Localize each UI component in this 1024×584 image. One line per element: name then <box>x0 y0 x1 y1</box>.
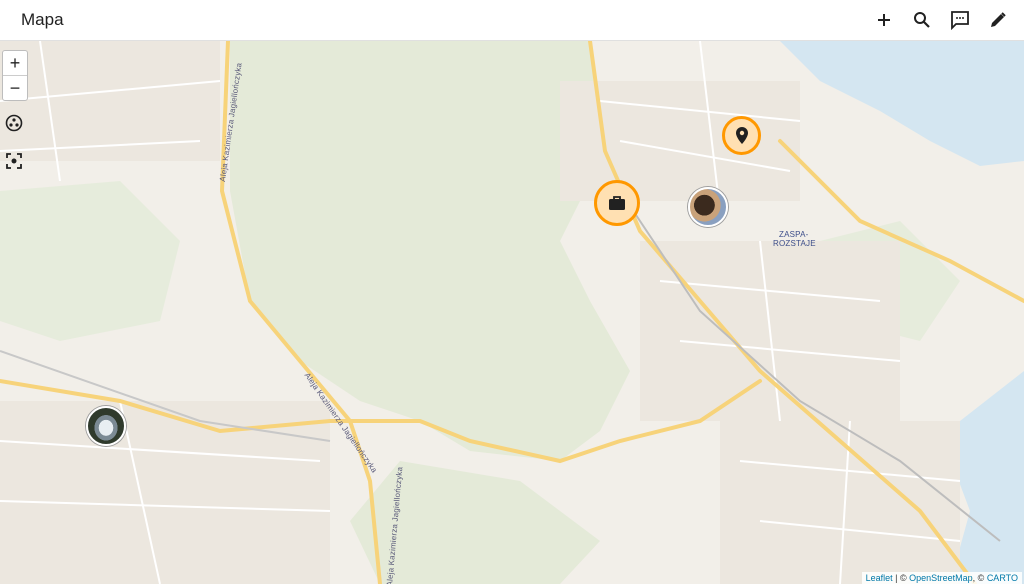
osm-link[interactable]: OpenStreetMap <box>909 573 973 583</box>
map-attribution: Leaflet | © OpenStreetMap, © CARTO <box>861 572 1022 584</box>
car-avatar-marker[interactable] <box>86 406 126 446</box>
leaflet-link[interactable]: Leaflet <box>866 573 893 583</box>
briefcase-icon <box>609 196 625 210</box>
comment-icon <box>951 11 969 30</box>
layers-icon <box>5 114 23 132</box>
add-button[interactable] <box>872 8 896 32</box>
district-label: ZASPA- <box>779 230 809 239</box>
briefcase-marker[interactable] <box>594 180 640 226</box>
focus-icon <box>6 153 22 169</box>
app-bar: Mapa <box>0 0 1024 41</box>
locate-button[interactable] <box>4 151 24 171</box>
pencil-icon <box>991 12 1006 27</box>
map-tiles <box>0 41 1024 584</box>
search-icon <box>914 12 930 28</box>
zoom-in-button[interactable]: + <box>3 51 27 75</box>
page-title: Mapa <box>21 10 64 29</box>
map-canvas[interactable]: Aleja Kazimierza Jagiellończyka Aleja Ka… <box>0 41 1024 584</box>
layers-button[interactable] <box>4 113 24 133</box>
plus-icon <box>878 14 890 26</box>
location-pin-icon <box>735 127 748 144</box>
zoom-control: + − <box>2 50 28 101</box>
search-button[interactable] <box>910 8 934 32</box>
district-label-2: ROZSTAJE <box>773 239 816 248</box>
location-marker[interactable] <box>722 116 761 155</box>
toolbar-actions <box>872 8 1010 32</box>
carto-link[interactable]: CARTO <box>987 573 1018 583</box>
edit-button[interactable] <box>986 8 1010 32</box>
dog-avatar-marker[interactable] <box>688 187 728 227</box>
messages-button[interactable] <box>948 8 972 32</box>
zoom-out-button[interactable]: − <box>3 75 27 100</box>
